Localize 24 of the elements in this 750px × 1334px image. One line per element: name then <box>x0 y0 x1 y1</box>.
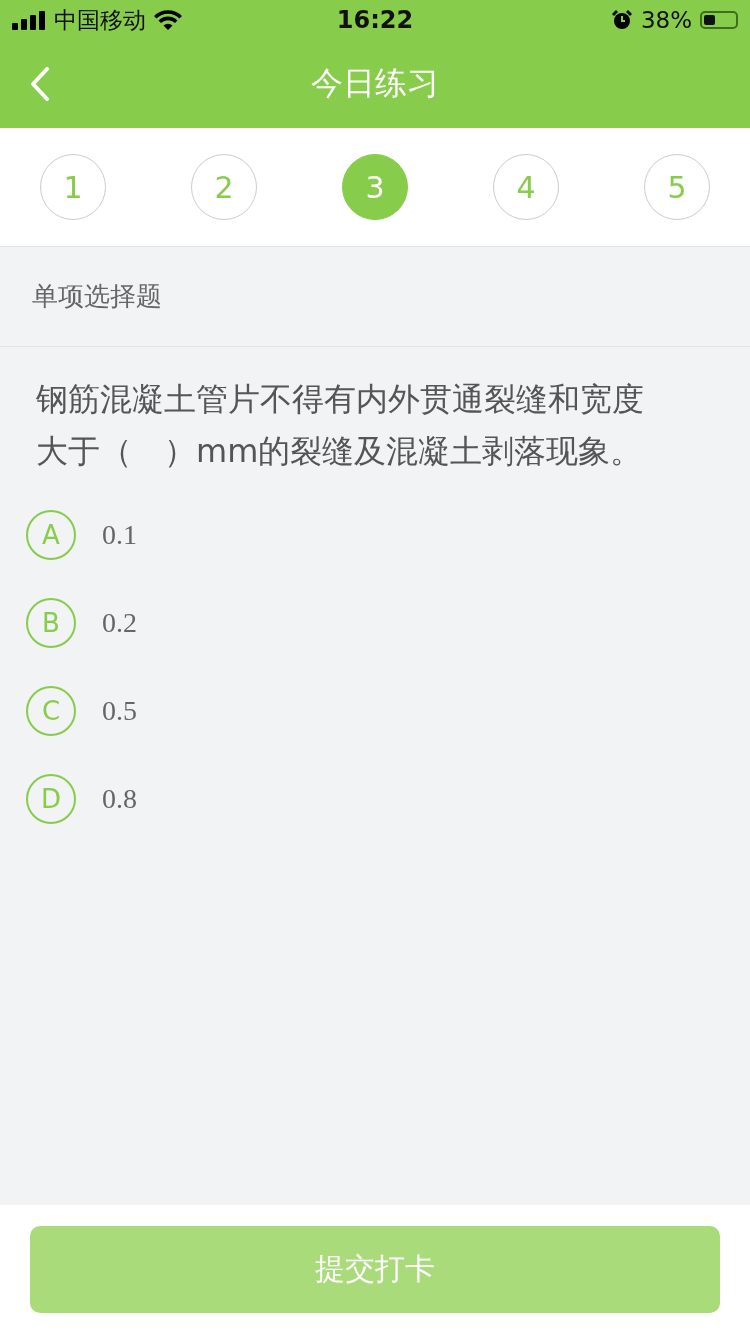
question-number-tab[interactable]: 2 <box>191 154 257 220</box>
question-number-tab[interactable]: 5 <box>644 154 710 220</box>
question-number-tab[interactable]: 3 <box>342 154 408 220</box>
question-text: 钢筋混凝土管片不得有内外贯通裂缝和宽度大于（ ）mm的裂缝及混凝土剥落现象。 <box>35 379 645 472</box>
back-icon[interactable] <box>30 67 50 101</box>
signal-icon <box>12 10 46 30</box>
question-number-tab[interactable]: 1 <box>40 154 106 220</box>
option-text[interactable]: 0.8 <box>102 783 137 815</box>
carrier-name: 中国移动 <box>54 5 146 35</box>
option-letter[interactable]: C <box>26 686 76 736</box>
wifi-icon <box>154 10 182 30</box>
option-letter[interactable]: B <box>26 598 76 648</box>
option-letter[interactable]: D <box>26 774 76 824</box>
option-text[interactable]: 0.1 <box>102 519 137 551</box>
question-number-tab[interactable]: 4 <box>493 154 559 220</box>
option-letter[interactable]: A <box>26 510 76 560</box>
question-type: 单项选择题 <box>32 280 162 313</box>
clock-time: 16:22 <box>336 6 414 34</box>
option-text[interactable]: 0.2 <box>102 607 137 639</box>
page-title: 今日练习 <box>311 63 439 104</box>
alarm-icon <box>610 9 633 31</box>
battery-percent: 38% <box>640 7 692 33</box>
option-text[interactable]: 0.5 <box>102 695 137 727</box>
battery-icon <box>700 11 738 29</box>
